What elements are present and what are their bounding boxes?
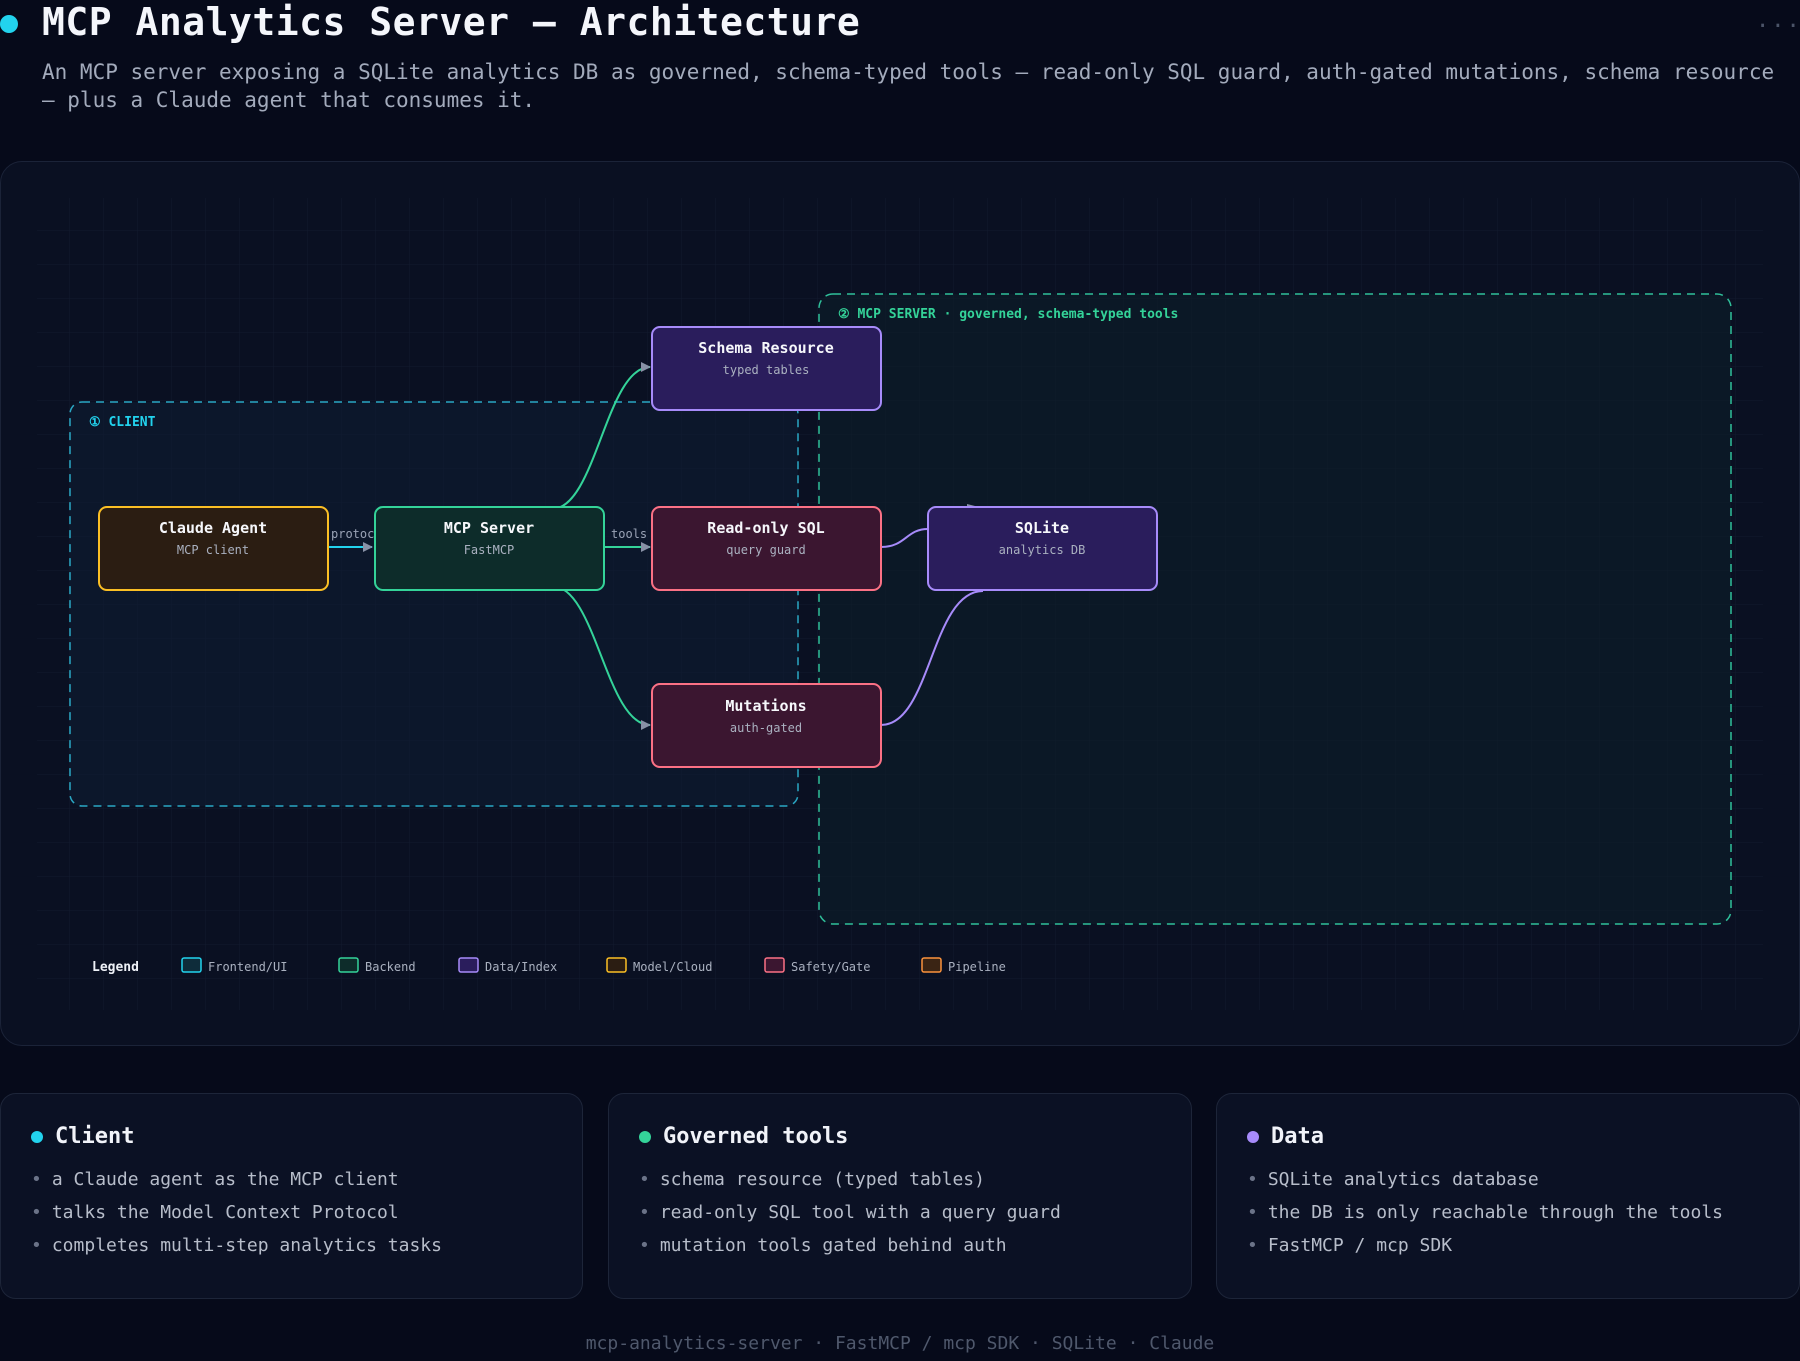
legend-label-data: Data/Index [485,960,557,974]
page-title: MCP Analytics Server — Architecture [42,0,861,44]
node-title: MCP Server [444,519,534,537]
legend: Legend Frontend/UI Backend Data/Index Mo… [92,957,1006,975]
title-status-dot [0,15,18,33]
legend-label-backend: Backend [365,960,416,974]
card-title: Governed tools [663,1124,849,1149]
mcp-server-group-box [818,293,1732,925]
page-subtitle: An MCP server exposing a SQLite analytic… [42,60,1775,112]
node-subtitle: FastMCP [464,543,515,557]
card-dot-icon [1247,1130,1259,1143]
list-item: • completes multi-step analytics tasks [31,1235,442,1256]
node-title: Mutations [725,697,806,715]
diagram-panel: ① CLIENT ② MCP SERVER · governed, schema… [0,161,1800,1046]
list-item: • read-only SQL tool with a query guard [639,1202,1061,1223]
node-title: Claude Agent [159,519,267,537]
list-item: • schema resource (typed tables) [639,1169,985,1190]
legend-label-frontend: Frontend/UI [208,960,287,974]
list-item: • talks the Model Context Protocol [31,1202,399,1223]
footer-text: mcp-analytics-server · FastMCP / mcp SDK… [585,1333,1215,1354]
node-mcp-server[interactable]: MCP Server FastMCP [374,506,605,591]
list-item: • FastMCP / mcp SDK [1247,1235,1453,1256]
node-claude-agent[interactable]: Claude Agent MCP client [98,506,329,591]
node-sqlite[interactable]: SQLite analytics DB [927,506,1158,591]
architecture-diagram: ① CLIENT ② MCP SERVER · governed, schema… [37,198,1763,1010]
legend-label-pipeline: Pipeline [948,960,1006,974]
node-title: Read-only SQL [707,519,824,537]
card-client: Client • a Claude agent as the MCP client… [0,1093,583,1299]
legend-title: Legend [92,960,139,975]
list-item: • SQLite analytics database [1247,1169,1539,1190]
node-subtitle: auth-gated [730,721,802,735]
node-read-only-sql[interactable]: Read-only SQL query guard [651,506,882,591]
legend-swatch-data [458,957,479,973]
node-subtitle: query guard [726,543,805,557]
legend-swatch-pipeline [921,957,942,973]
legend-swatch-frontend [181,957,202,973]
client-group-label: ① CLIENT [89,415,156,430]
card-data: Data • SQLite analytics database • the DB … [1216,1093,1800,1299]
mcp-server-group-label: ② MCP SERVER · governed, schema-typed to… [838,307,1178,322]
edge-label-protocol: protoc [331,527,374,541]
card-dot-icon [639,1130,651,1143]
node-mutations[interactable]: Mutations auth-gated [651,683,882,768]
list-item: • mutation tools gated behind auth [639,1235,1007,1256]
edge-label-tools: tools [611,527,647,541]
card-governed-tools: Governed tools • schema resource (typed t… [608,1093,1192,1299]
node-title: SQLite [1015,519,1069,537]
legend-swatch-safety [764,957,785,973]
node-title: Schema Resource [698,339,833,357]
card-title: Client [55,1124,135,1149]
card-title: Data [1271,1124,1324,1149]
node-subtitle: MCP client [177,543,249,557]
card-dot-icon [31,1130,43,1143]
legend-label-model: Model/Cloud [633,960,712,974]
more-menu-icon[interactable]: ··· [1756,14,1800,39]
legend-swatch-backend [338,957,359,973]
list-item: • a Claude agent as the MCP client [31,1169,399,1190]
summary-cards: Client • a Claude agent as the MCP client… [0,1093,1800,1301]
node-subtitle: analytics DB [999,543,1086,557]
list-item: • the DB is only reachable through the to… [1247,1202,1723,1223]
legend-swatch-model [606,957,627,973]
node-schema-resource[interactable]: Schema Resource typed tables [651,326,882,411]
legend-label-safety: Safety/Gate [791,960,870,974]
node-subtitle: typed tables [723,363,810,377]
